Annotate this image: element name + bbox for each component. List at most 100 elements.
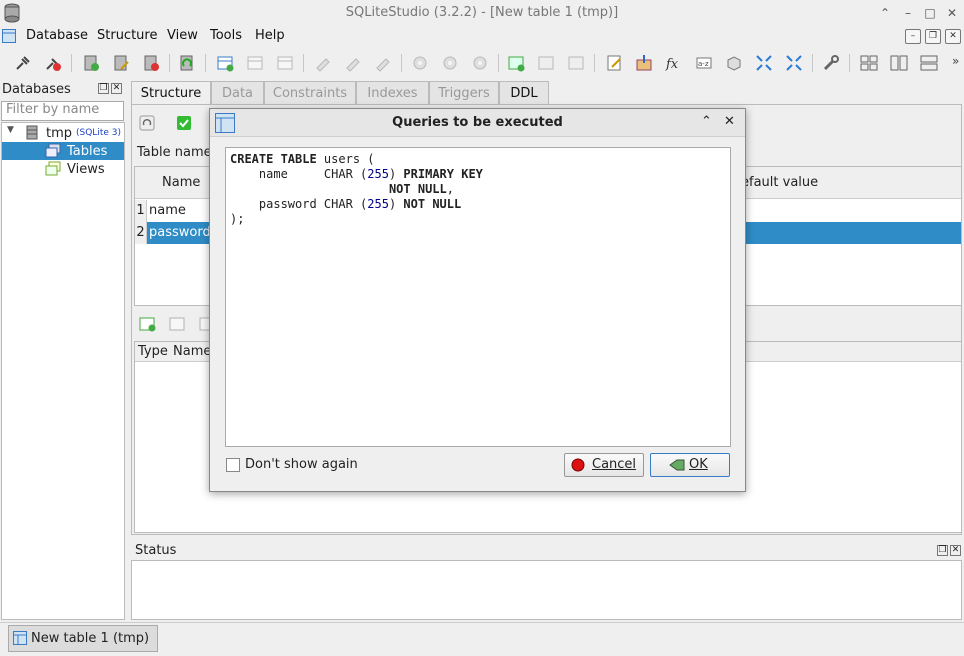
table-window-icon bbox=[13, 631, 27, 645]
tables-label: Tables bbox=[67, 144, 108, 159]
edit-database-icon[interactable] bbox=[112, 54, 130, 72]
database-filter-input[interactable]: Filter by name bbox=[1, 101, 124, 121]
float-panel-icon[interactable]: ❐ bbox=[98, 83, 109, 94]
menu-bar: Database Structure View Tools Help bbox=[0, 27, 964, 47]
status-title: Status bbox=[135, 543, 177, 558]
dialog-title-bar: Queries to be executed ⌃ ✕ bbox=[210, 109, 745, 137]
collation-icon[interactable]: a-z bbox=[695, 54, 713, 72]
close-window-button[interactable]: ✕ bbox=[943, 4, 961, 22]
add-index-icon[interactable] bbox=[314, 54, 332, 72]
sql-preview[interactable]: CREATE TABLE users ( name CHAR (255) PRI… bbox=[225, 147, 731, 447]
add-view-icon[interactable] bbox=[507, 54, 525, 72]
shade-button[interactable]: ⌃ bbox=[876, 4, 894, 22]
table-name-label: Table name: bbox=[137, 145, 216, 160]
edit-index-icon[interactable] bbox=[344, 54, 362, 72]
tile-vertical-icon[interactable] bbox=[890, 54, 908, 72]
ok-icon bbox=[669, 459, 685, 471]
function-icon[interactable]: fx bbox=[665, 54, 683, 72]
tree-item-tmp[interactable]: ▼ tmp (SQLite 3) bbox=[2, 124, 124, 142]
float-status-icon[interactable]: ❐ bbox=[937, 545, 948, 556]
delete-view-icon[interactable] bbox=[567, 54, 585, 72]
menu-help[interactable]: Help bbox=[255, 28, 285, 43]
add-database-icon[interactable] bbox=[82, 54, 100, 72]
ok-label: OK bbox=[689, 457, 708, 472]
tab-structure[interactable]: Structure bbox=[131, 81, 211, 105]
tab-ddl[interactable]: DDL bbox=[499, 81, 549, 105]
task-label: New table 1 (tmp) bbox=[31, 631, 150, 646]
collapse-icon[interactable] bbox=[755, 54, 773, 72]
add-constraint-icon[interactable] bbox=[138, 315, 156, 333]
maximize-button[interactable]: □ bbox=[921, 4, 939, 22]
edit-view-icon[interactable] bbox=[537, 54, 555, 72]
tile-horizontal-icon[interactable] bbox=[920, 54, 938, 72]
dont-show-checkbox[interactable] bbox=[226, 458, 240, 472]
configure-icon[interactable] bbox=[822, 54, 840, 72]
database-tree: ▼ tmp (SQLite 3) Tables Views bbox=[1, 122, 125, 620]
edit-table-icon[interactable] bbox=[246, 54, 264, 72]
mdi-restore-button[interactable]: ❐ bbox=[925, 29, 941, 44]
db-type-label: (SQLite 3) bbox=[76, 128, 121, 138]
svg-text:a-z: a-z bbox=[698, 60, 709, 68]
constraint-header-type: Type bbox=[138, 344, 168, 359]
ok-button[interactable]: OK bbox=[650, 453, 730, 477]
refresh-structure-icon[interactable] bbox=[139, 115, 155, 131]
menu-view[interactable]: View bbox=[167, 28, 198, 43]
import-icon[interactable] bbox=[635, 54, 653, 72]
db-name-label: tmp bbox=[46, 126, 73, 141]
row-number: 1 bbox=[135, 200, 147, 222]
task-new-table[interactable]: New table 1 (tmp) bbox=[8, 625, 158, 652]
delete-table-icon[interactable] bbox=[276, 54, 294, 72]
column-name-cell[interactable]: password bbox=[149, 225, 211, 240]
cancel-icon bbox=[571, 458, 585, 472]
database-icon bbox=[26, 125, 38, 140]
tab-indexes[interactable]: Indexes bbox=[356, 81, 429, 105]
constraint-header-name: Name bbox=[173, 344, 212, 359]
close-status-icon[interactable]: ✕ bbox=[950, 545, 961, 556]
svg-text:fx: fx bbox=[665, 57, 679, 72]
connect-icon[interactable] bbox=[14, 54, 32, 72]
tables-icon bbox=[45, 143, 61, 158]
refresh-database-icon[interactable] bbox=[178, 54, 196, 72]
minimize-button[interactable]: – bbox=[899, 4, 917, 22]
edit-trigger-icon[interactable] bbox=[441, 54, 459, 72]
add-trigger-icon[interactable] bbox=[411, 54, 429, 72]
status-output bbox=[131, 560, 962, 620]
tree-item-views[interactable]: Views bbox=[2, 160, 124, 178]
window-title: SQLiteStudio (3.2.2) - [New table 1 (tmp… bbox=[345, 5, 619, 20]
mdi-window-icon bbox=[2, 29, 16, 43]
close-panel-icon[interactable]: ✕ bbox=[111, 83, 122, 94]
remove-database-icon[interactable] bbox=[142, 54, 160, 72]
tab-constraints[interactable]: Constraints bbox=[264, 81, 356, 105]
status-panel: Status ❐ ✕ bbox=[131, 541, 962, 621]
menu-tools[interactable]: Tools bbox=[210, 28, 242, 43]
dialog-shade-button[interactable]: ⌃ bbox=[701, 114, 712, 129]
toolbar-overflow-icon[interactable]: » bbox=[952, 54, 959, 68]
expand-icon[interactable] bbox=[785, 54, 803, 72]
views-icon bbox=[45, 161, 61, 176]
menu-database[interactable]: Database bbox=[26, 28, 88, 43]
mdi-minimize-button[interactable]: – bbox=[905, 29, 921, 44]
tab-data[interactable]: Data bbox=[211, 81, 264, 105]
delete-index-icon[interactable] bbox=[374, 54, 392, 72]
add-table-icon[interactable] bbox=[216, 54, 234, 72]
window-taskbar: New table 1 (tmp) bbox=[0, 622, 964, 656]
tree-item-tables[interactable]: Tables bbox=[2, 142, 124, 160]
sql-editor-icon[interactable] bbox=[605, 54, 623, 72]
dialog-close-button[interactable]: ✕ bbox=[724, 114, 735, 129]
column-header-name: Name bbox=[162, 175, 201, 190]
column-name-cell[interactable]: name bbox=[149, 203, 186, 218]
tab-triggers[interactable]: Triggers bbox=[429, 81, 499, 105]
extension-icon[interactable] bbox=[725, 54, 743, 72]
expand-arrow-icon[interactable]: ▼ bbox=[7, 125, 14, 135]
tile-windows-icon[interactable] bbox=[860, 54, 878, 72]
mdi-close-button[interactable]: ✕ bbox=[945, 29, 961, 44]
delete-trigger-icon[interactable] bbox=[471, 54, 489, 72]
databases-panel: Databases ❐ ✕ Filter by name ▼ tmp (SQLi… bbox=[0, 80, 125, 620]
menu-structure[interactable]: Structure bbox=[97, 28, 157, 43]
databases-panel-title: Databases bbox=[2, 82, 71, 97]
title-bar: SQLiteStudio (3.2.2) - [New table 1 (tmp… bbox=[0, 0, 964, 27]
edit-constraint-icon[interactable] bbox=[168, 315, 186, 333]
commit-structure-icon[interactable] bbox=[176, 115, 192, 131]
disconnect-icon[interactable] bbox=[44, 54, 62, 72]
cancel-button[interactable]: Cancel bbox=[564, 453, 644, 477]
